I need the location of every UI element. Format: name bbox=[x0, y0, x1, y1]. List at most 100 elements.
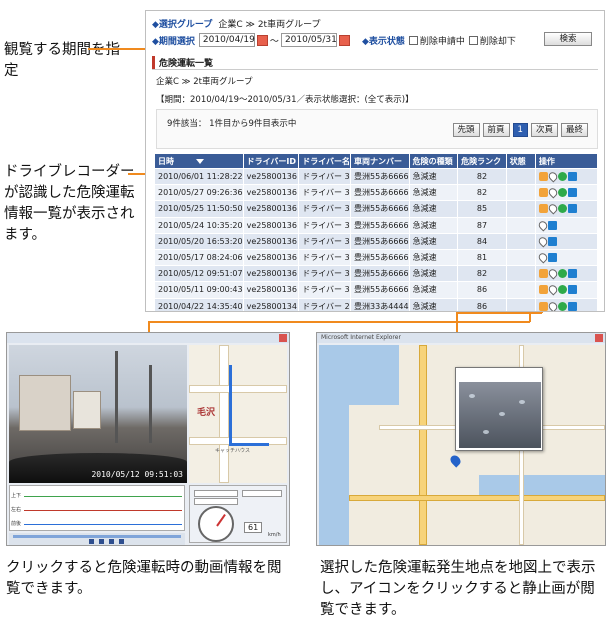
house-graphic bbox=[73, 391, 101, 429]
cell-date: 2010/05/12 09:51:07 bbox=[154, 265, 244, 283]
speed-value: 61 bbox=[244, 522, 263, 533]
table-row[interactable]: 2010/05/17 08:24:06 ve25800136 ドライバー 3 豊洲55… bbox=[154, 248, 599, 267]
camera-icon[interactable] bbox=[538, 188, 548, 198]
seek-bar[interactable] bbox=[13, 535, 181, 538]
play-icon[interactable] bbox=[557, 188, 567, 198]
cell-driver-id: ve25800136 bbox=[242, 184, 300, 202]
connector-map-h bbox=[456, 312, 542, 314]
section-title: 危険運転一覧 bbox=[152, 56, 213, 69]
cell-type: 急減速 bbox=[408, 281, 459, 299]
sort-down-icon[interactable] bbox=[196, 158, 204, 164]
cell-driver: ドライバー 3 bbox=[298, 281, 352, 299]
location-map[interactable] bbox=[319, 345, 605, 545]
map-road bbox=[189, 385, 287, 393]
house-graphic bbox=[19, 375, 71, 431]
date-from-input[interactable]: 2010/04/19 bbox=[198, 33, 255, 47]
pager-prev-button[interactable]: 前頁 bbox=[482, 123, 510, 137]
camera-icon[interactable] bbox=[538, 204, 548, 214]
table-row[interactable]: 2010/05/11 09:00:43 ve25800136 ドライバー 3 豊洲55… bbox=[154, 281, 599, 299]
cell-date: 2010/06/01 11:28:22 bbox=[154, 167, 244, 186]
trash-icon[interactable] bbox=[567, 269, 577, 279]
callout-list: ドライブレコーダーが認識した危険運転情報一覧が表示されます。 bbox=[4, 164, 135, 243]
search-button[interactable]: 検索 bbox=[544, 32, 592, 46]
date-to-input[interactable]: 2010/05/31 bbox=[280, 33, 337, 47]
play-icon[interactable] bbox=[99, 539, 104, 544]
pager-current-button[interactable]: 1 bbox=[512, 123, 528, 137]
status-checkbox-2[interactable] bbox=[468, 35, 478, 45]
cell-driver: ドライバー 3 bbox=[298, 232, 352, 250]
table-row[interactable]: 2010/04/22 14:35:40 ve25800134 ドライバー 2 豊洲33… bbox=[154, 297, 599, 311]
play-icon[interactable] bbox=[557, 172, 567, 182]
camera-icon[interactable] bbox=[538, 285, 548, 295]
calendar-from-icon[interactable] bbox=[256, 34, 268, 46]
camera-icon[interactable] bbox=[538, 172, 548, 182]
map-route bbox=[229, 365, 232, 445]
trash-icon[interactable] bbox=[547, 253, 557, 263]
dashcam-video[interactable]: 2010/05/12 09:51:03 bbox=[9, 345, 187, 483]
graph-line bbox=[24, 510, 182, 511]
cell-rank: 82 bbox=[457, 265, 507, 283]
cell-rank: 82 bbox=[457, 184, 507, 202]
col-date[interactable]: 日時 bbox=[154, 153, 244, 169]
cell-type: 急減速 bbox=[408, 200, 459, 218]
pager-next-button[interactable]: 次頁 bbox=[530, 123, 558, 137]
cell-driver-id: ve25800134 bbox=[242, 297, 300, 311]
close-icon[interactable] bbox=[595, 334, 603, 342]
trash-icon[interactable] bbox=[567, 204, 577, 214]
video-route-map[interactable]: 毛沢 キャッチハウス bbox=[189, 345, 287, 483]
forward-icon[interactable] bbox=[109, 539, 114, 544]
pager-first-button[interactable]: 先頭 bbox=[452, 123, 480, 137]
still-image-popup[interactable] bbox=[455, 367, 543, 451]
cell-driver-id: ve25800136 bbox=[242, 200, 300, 218]
trash-icon[interactable] bbox=[567, 301, 577, 311]
info-field bbox=[194, 498, 238, 505]
table-row[interactable]: 2010/05/24 10:35:20 ve25800136 ドライバー 3 豊洲55… bbox=[154, 216, 599, 234]
raindrop bbox=[483, 430, 489, 434]
map-pin-icon[interactable] bbox=[546, 170, 559, 183]
cell-type: 急減速 bbox=[408, 265, 459, 283]
map-pin-icon[interactable] bbox=[546, 202, 559, 215]
raindrop bbox=[469, 394, 475, 398]
status-option-1: 削除申請中 bbox=[419, 36, 465, 47]
trash-icon[interactable] bbox=[567, 172, 577, 182]
trash-icon[interactable] bbox=[567, 188, 577, 198]
table-row[interactable]: 2010/05/20 16:53:20 ve25800136 ドライバー 3 豊洲55… bbox=[154, 232, 599, 250]
close-icon[interactable] bbox=[279, 334, 287, 342]
map-pin-icon[interactable] bbox=[546, 267, 559, 280]
pager-last-button[interactable]: 最終 bbox=[560, 123, 588, 137]
table-row[interactable]: 2010/05/12 09:51:07 ve25800136 ドライバー 3 豊洲55… bbox=[154, 265, 599, 283]
play-icon[interactable] bbox=[557, 269, 567, 279]
calendar-to-icon[interactable] bbox=[338, 34, 350, 46]
trash-icon[interactable] bbox=[547, 236, 557, 246]
cell-rank: 81 bbox=[457, 248, 507, 267]
map-pin-icon[interactable] bbox=[546, 300, 559, 311]
video-viewer-window: 2010/05/12 09:51:03 毛沢 キャッチハウス 上下 左右 前後 … bbox=[6, 332, 290, 546]
cell-actions bbox=[534, 216, 599, 234]
rewind-icon[interactable] bbox=[89, 539, 94, 544]
cell-actions bbox=[534, 167, 599, 186]
video-timestamp: 2010/05/12 09:51:03 bbox=[91, 470, 183, 479]
cell-driver: ドライバー 2 bbox=[298, 297, 352, 311]
map-pin-icon[interactable] bbox=[546, 186, 559, 199]
map-pin-icon[interactable] bbox=[546, 283, 559, 296]
graph-label-vertical: 上下 bbox=[11, 493, 22, 499]
trash-icon[interactable] bbox=[547, 220, 557, 230]
location-marker-icon[interactable] bbox=[448, 453, 463, 468]
graph-label-longitudinal: 前後 bbox=[11, 521, 22, 527]
table-row[interactable]: 2010/05/27 09:26:36 ve25800136 ドライバー 3 豊洲55… bbox=[154, 184, 599, 202]
camera-icon[interactable] bbox=[538, 301, 548, 311]
cell-plate: 豊洲55あ6666 bbox=[350, 232, 410, 250]
table-row[interactable]: 2010/06/01 11:28:22 ve25800136 ドライバー 3 豊洲55… bbox=[154, 167, 599, 186]
status-checkbox-1[interactable] bbox=[408, 35, 418, 45]
trash-icon[interactable] bbox=[567, 285, 577, 295]
table-row[interactable]: 2010/05/25 11:50:50 ve25800136 ドライバー 3 豊洲55… bbox=[154, 200, 599, 218]
stop-icon[interactable] bbox=[119, 539, 124, 544]
cell-driver: ドライバー 3 bbox=[298, 167, 352, 186]
map-water bbox=[319, 345, 399, 405]
play-icon[interactable] bbox=[557, 285, 567, 295]
map-window-titlebar: Microsoft Internet Explorer bbox=[317, 333, 605, 343]
play-icon[interactable] bbox=[557, 204, 567, 214]
col-actions: 操作 bbox=[534, 153, 599, 169]
play-icon[interactable] bbox=[557, 301, 567, 311]
camera-icon[interactable] bbox=[538, 269, 548, 279]
